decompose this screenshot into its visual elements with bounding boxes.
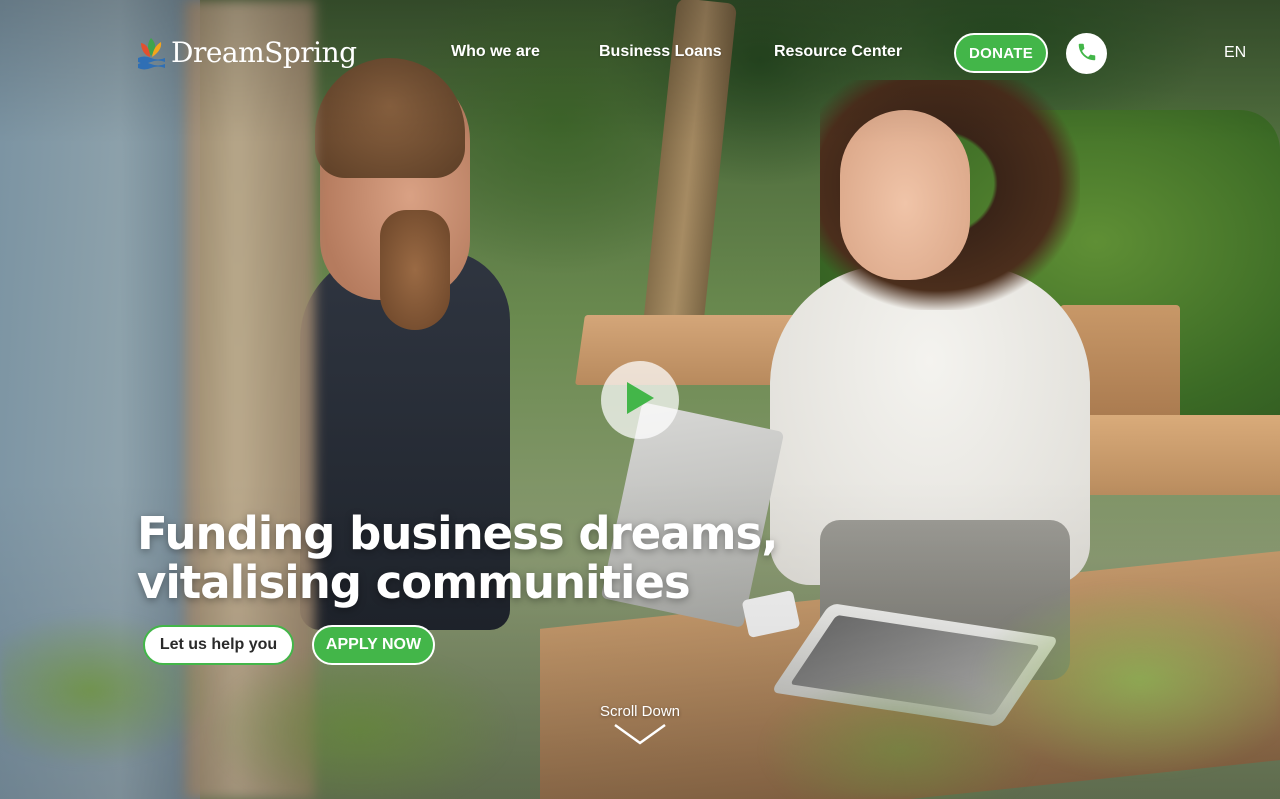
nav-resource-center[interactable]: Resource Center: [774, 43, 902, 61]
scroll-down-label: Scroll Down: [599, 703, 681, 720]
logo-mark-icon: [137, 34, 166, 72]
let-us-help-button[interactable]: Let us help you: [143, 625, 294, 665]
play-video-button[interactable]: [601, 361, 679, 439]
nav-business-loans[interactable]: Business Loans: [599, 43, 722, 61]
headline-line-1: Funding business dreams,: [137, 507, 778, 560]
scroll-down[interactable]: Scroll Down: [560, 703, 720, 746]
brand-logo[interactable]: DreamSpring: [137, 34, 357, 72]
chevron-down-icon: [560, 722, 720, 746]
phone-icon: [1076, 41, 1098, 67]
donate-button[interactable]: DONATE: [954, 33, 1048, 73]
brand-name: DreamSpring: [171, 36, 357, 69]
apply-now-button[interactable]: APPLY NOW: [312, 625, 435, 665]
headline-line-2: vitalising communities: [137, 556, 691, 609]
play-icon: [623, 379, 657, 421]
hero-headline: Funding business dreams, vitalising comm…: [137, 507, 778, 609]
nav-who-we-are[interactable]: Who we are: [451, 43, 540, 61]
phone-button[interactable]: [1066, 33, 1107, 74]
language-selector[interactable]: EN: [1224, 44, 1246, 62]
